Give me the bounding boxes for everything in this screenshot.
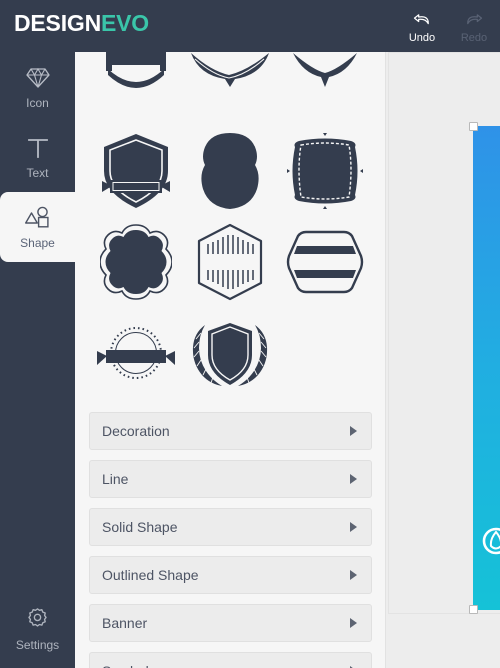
app-logo[interactable]: DESIGNEVO: [14, 9, 149, 37]
canvas-sheet[interactable]: [388, 52, 500, 614]
designevo-editor: DESIGNEVO Undo Redo Icon Text Shape Sett…: [0, 0, 500, 668]
sidebar-item-shape[interactable]: Shape: [0, 182, 75, 272]
category-symbol[interactable]: Symbol: [89, 652, 372, 668]
category-decoration[interactable]: Decoration: [89, 412, 372, 450]
category-banner[interactable]: Banner: [89, 604, 372, 642]
category-outlined-shape[interactable]: Outlined Shape: [89, 556, 372, 594]
left-sidebar: Icon Text Shape Settings: [0, 52, 75, 668]
gear-icon: [25, 607, 50, 633]
chevron-right-icon: [350, 570, 357, 580]
undo-arrow-icon: [412, 9, 432, 29]
shape-thumb-banner-flat-bottom-curve[interactable]: [89, 52, 183, 125]
sidebar-item-text-label: Text: [26, 165, 49, 180]
shape-category-list: Decoration Line Solid Shape Outlined Sha…: [75, 398, 385, 668]
selection-handle-top-left[interactable]: [469, 122, 478, 131]
shape-thumb-outlined-hexagon-bands[interactable]: [278, 216, 372, 307]
chevron-right-icon: [350, 474, 357, 484]
shape-thumbnail-grid: [75, 52, 385, 398]
undo-label: Undo: [408, 31, 436, 44]
selection-handle-bottom-left[interactable]: [469, 605, 478, 614]
category-banner-label: Banner: [102, 615, 148, 631]
shape-thumb-solid-ornate-oval-badge[interactable]: [183, 125, 277, 216]
shape-thumb-dotted-circle-ribbon[interactable]: [89, 307, 183, 398]
sidebar-item-icon[interactable]: Icon: [0, 52, 75, 122]
diamond-icon: [25, 65, 50, 91]
shape-panel[interactable]: Decoration Line Solid Shape Outlined Sha…: [75, 52, 386, 668]
category-solid-shape-label: Solid Shape: [102, 519, 178, 535]
shape-thumb-laurel-wreath-shield[interactable]: [183, 307, 277, 398]
shapes-icon: [24, 205, 51, 231]
shape-thumb-banner-wide-swoop[interactable]: [183, 52, 277, 125]
sidebar-item-icon-label: Icon: [26, 95, 49, 110]
logo-primary-text: DESIGN: [14, 10, 101, 36]
category-line-label: Line: [102, 471, 129, 487]
header-actions: Undo Redo: [396, 0, 500, 52]
canvas-area[interactable]: [386, 52, 500, 668]
chevron-right-icon: [350, 618, 357, 628]
redo-arrow-icon: [464, 9, 484, 29]
redo-button[interactable]: Redo: [448, 0, 500, 52]
logo-accent-text: EVO: [100, 10, 149, 36]
shape-thumb-shield-with-ribbon[interactable]: [89, 125, 183, 216]
shape-thumb-outlined-hexagon-striped[interactable]: [183, 216, 277, 307]
undo-button[interactable]: Undo: [396, 0, 448, 52]
shape-thumb-ornate-rounded-badge[interactable]: [89, 216, 183, 307]
category-solid-shape[interactable]: Solid Shape: [89, 508, 372, 546]
shape-panel-scroll-content: Decoration Line Solid Shape Outlined Sha…: [75, 52, 385, 668]
sidebar-item-shape-label: Shape: [20, 235, 55, 250]
circular-monogram-icon: [481, 526, 500, 556]
category-decoration-label: Decoration: [102, 423, 170, 439]
sidebar-item-settings-label: Settings: [15, 637, 60, 652]
chevron-right-icon: [350, 522, 357, 532]
chevron-right-icon: [350, 426, 357, 436]
canvas-object-blue-gradient-rectangle[interactable]: [469, 122, 500, 614]
category-line[interactable]: Line: [89, 460, 372, 498]
shape-thumb-banner-narrow-swoop[interactable]: [278, 52, 372, 125]
text-t-icon: [27, 135, 49, 161]
category-symbol-label: Symbol: [102, 663, 149, 668]
category-outlined-shape-label: Outlined Shape: [102, 567, 199, 583]
shape-thumb-rough-square-frame-badge[interactable]: [278, 125, 372, 216]
sidebar-item-settings[interactable]: Settings: [0, 598, 75, 660]
sidebar-item-text[interactable]: Text: [0, 122, 75, 192]
redo-label: Redo: [460, 31, 488, 44]
app-header: DESIGNEVO Undo Redo: [0, 0, 500, 52]
